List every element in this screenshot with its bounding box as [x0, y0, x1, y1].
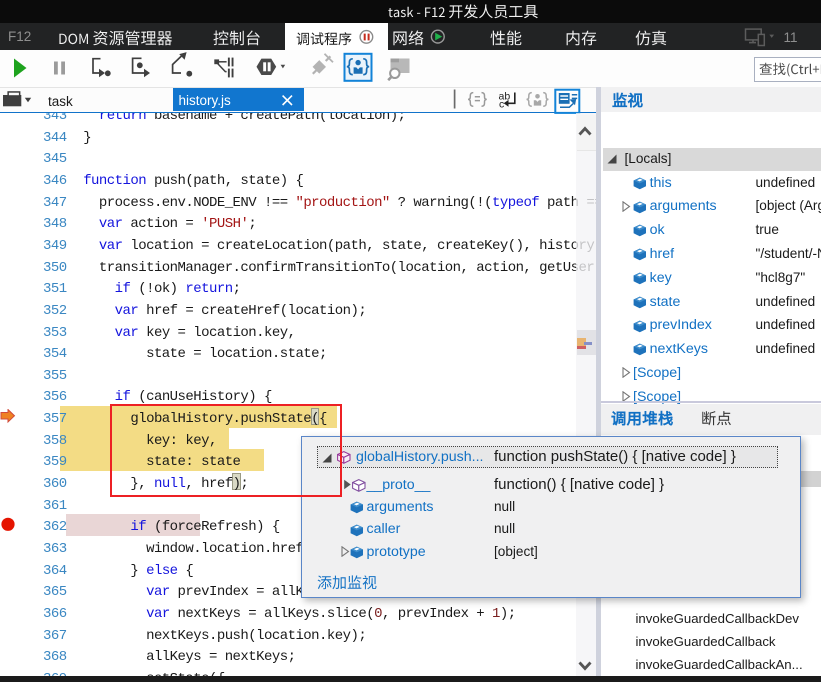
- svg-text:c: c: [499, 99, 504, 111]
